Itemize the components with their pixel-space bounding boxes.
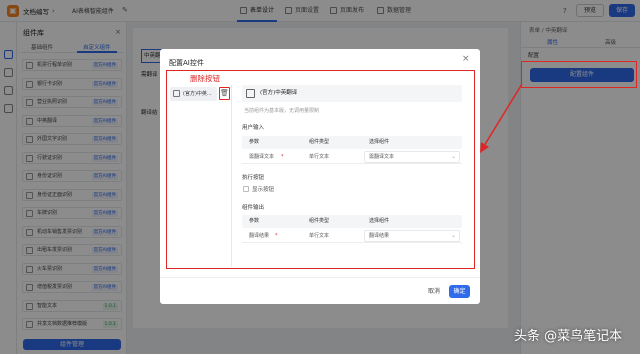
component-icon: [246, 89, 255, 98]
param-type: 单行文本: [309, 233, 330, 239]
chevron-down-icon: ⌄: [451, 232, 457, 239]
param-name: 需翻译文本: [249, 154, 275, 160]
col-type: 组件类型: [309, 139, 330, 145]
param-name: 翻译结果: [249, 233, 270, 239]
dialog-title: 配置AI控件: [169, 59, 204, 67]
cancel-button[interactable]: 取消: [422, 285, 446, 298]
required-mark: *: [281, 154, 284, 160]
section-user-input: 用户输入: [242, 125, 265, 131]
component-icon: [173, 90, 180, 97]
highlight-config-button: [521, 61, 637, 88]
output-table-row: 翻译结果 * 单行文本 翻译结果 ⌄: [242, 229, 462, 243]
show-button-checkbox[interactable]: [243, 186, 249, 192]
component-name: (官方)中英翻译: [260, 90, 298, 96]
select-value: 需翻译文本: [369, 154, 395, 160]
hint-text: 当前组件为基本版，无调用量限制: [244, 108, 320, 114]
col-type: 组件类型: [309, 218, 330, 224]
chevron-down-icon: ⌄: [451, 153, 457, 160]
col-param: 参数: [249, 218, 260, 224]
annotation-label: 删除按钮: [190, 74, 220, 83]
input-table-header: 参数 组件类型 选择组件: [242, 136, 462, 149]
ok-button[interactable]: 确定: [449, 285, 470, 298]
param-type: 单行文本: [309, 154, 330, 160]
required-mark: *: [275, 233, 278, 239]
dialog-divider: [160, 277, 480, 278]
checkbox-label: 显示按钮: [252, 187, 275, 193]
watermark: 头条 @菜鸟笔记本: [514, 329, 623, 344]
section-output: 组件输出: [242, 205, 265, 211]
section-exec-button: 执行按钮: [242, 175, 265, 181]
delete-icon[interactable]: 🗑: [219, 87, 230, 100]
close-icon[interactable]: ×: [462, 54, 470, 64]
select-value: 翻译结果: [369, 233, 390, 239]
list-item-label: (官方)中英...: [183, 91, 212, 97]
input-component-select[interactable]: 需翻译文本 ⌄: [364, 151, 460, 163]
list-item[interactable]: (官方)中英...: [170, 87, 217, 101]
component-select-list: (官方)中英... 🗑: [168, 85, 232, 267]
input-table-row: 需翻译文本 * 单行文本 需翻译文本 ⌄: [242, 150, 462, 164]
col-select: 选择组件: [369, 139, 390, 145]
col-select: 选择组件: [369, 218, 390, 224]
component-header: (官方)中英翻译: [242, 85, 462, 102]
output-component-select[interactable]: 翻译结果 ⌄: [364, 230, 460, 242]
config-ai-dialog: 配置AI控件 × 删除按钮 (官方)中英... 🗑 (官方)中英翻译 当前组件为…: [160, 49, 480, 304]
col-param: 参数: [249, 139, 260, 145]
output-table-header: 参数 组件类型 选择组件: [242, 215, 462, 228]
